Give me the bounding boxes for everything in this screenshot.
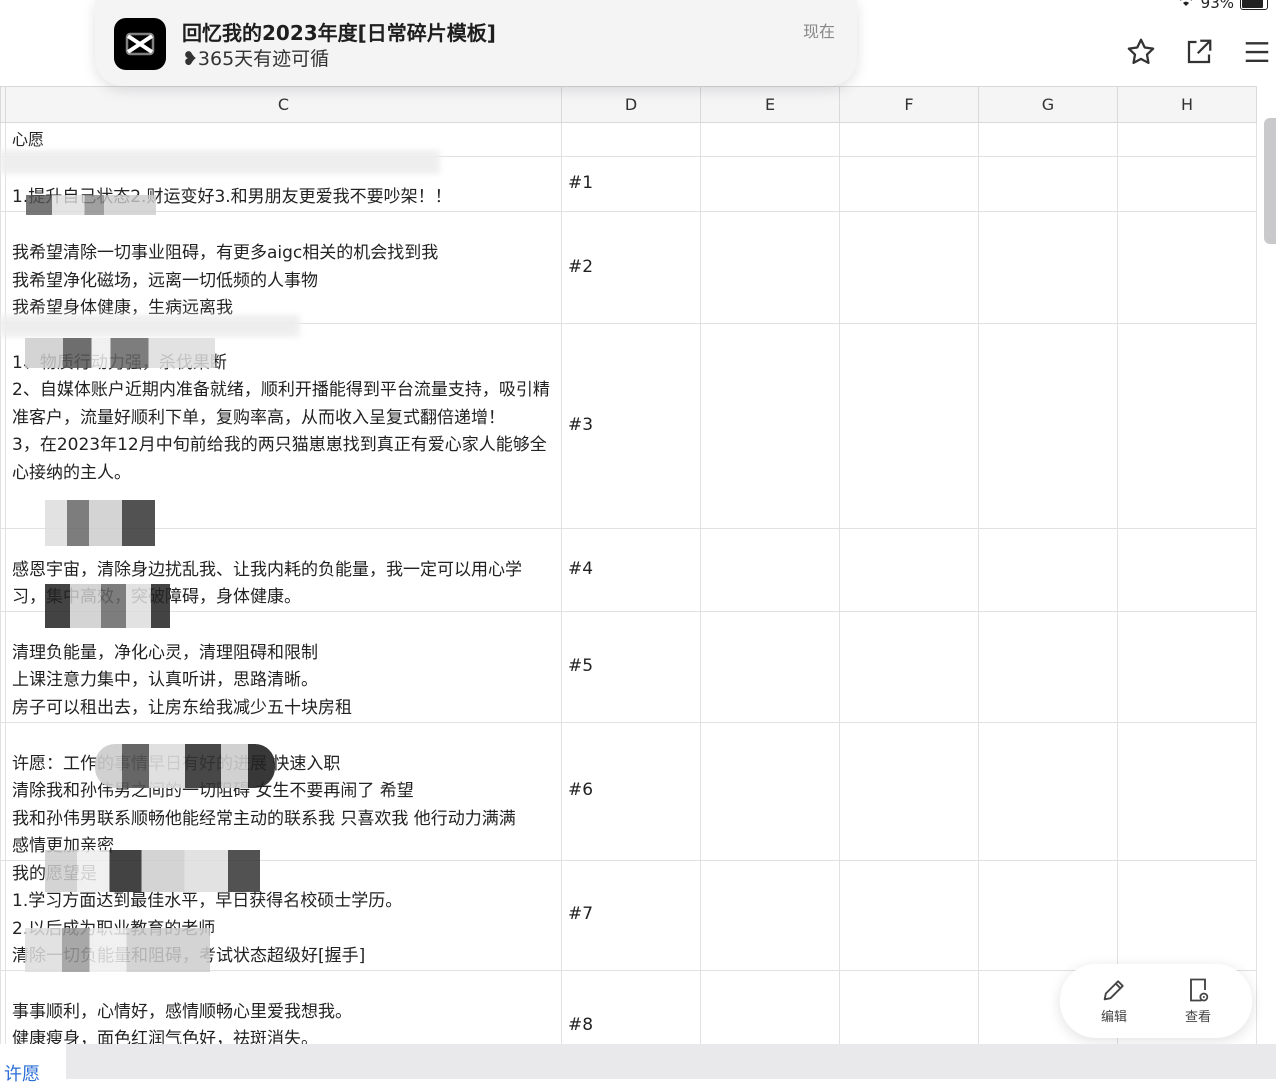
cell-wish[interactable]: 我希望清除一切事业阻碍，有更多aigc相关的机会找到我 我希望净化磁场，远离一切…	[5, 211, 562, 324]
redaction-blur	[0, 150, 440, 174]
cell[interactable]	[978, 610, 1118, 723]
edit-button[interactable]: 编辑	[1084, 976, 1144, 1025]
cell[interactable]	[978, 527, 1118, 612]
cell[interactable]	[839, 211, 979, 324]
notification-title: 回忆我的2023年度[日常碎片模板]	[182, 21, 496, 45]
cell[interactable]	[978, 211, 1118, 324]
cell[interactable]	[700, 122, 840, 157]
cell-wish[interactable]: 事事顺利，心情好，感情顺畅心里爱我想我。 健康瘦身，面色红润气色好，祛斑消失。 …	[5, 969, 562, 1045]
cell-index[interactable]: #6	[561, 721, 701, 861]
cell[interactable]	[839, 610, 979, 723]
cell[interactable]	[978, 156, 1118, 212]
cell-index[interactable]: #2	[561, 211, 701, 324]
column-header-e[interactable]: E	[700, 86, 840, 123]
cell[interactable]	[700, 721, 840, 861]
spreadsheet-grid[interactable]: C D E F G H 心愿 1.提升自己状态2.财运变好3.和男朋友更爱我不要…	[0, 86, 1276, 1044]
cell[interactable]	[700, 211, 840, 324]
edit-label: 编辑	[1100, 1010, 1127, 1025]
battery-icon	[1240, 0, 1268, 10]
cell-wish-text: 事事顺利，心情好，感情顺畅心里爱我想我。 健康瘦身，面色红润气色好，祛斑消失。 …	[12, 1001, 352, 1045]
cell-index[interactable]: #4	[561, 527, 701, 612]
cell[interactable]	[839, 122, 979, 157]
cell[interactable]	[1117, 527, 1257, 612]
cell[interactable]	[1117, 211, 1257, 324]
view-doc-icon	[1168, 976, 1228, 1004]
cell[interactable]	[700, 859, 840, 971]
cell[interactable]	[700, 527, 840, 612]
column-header-d[interactable]: D	[561, 86, 701, 123]
column-header-row: C D E F G H	[0, 86, 1257, 123]
redaction-mosaic	[26, 195, 156, 215]
cell-index[interactable]: #1	[561, 156, 701, 212]
column-header-h[interactable]: H	[1117, 86, 1257, 123]
cell[interactable]	[978, 721, 1118, 861]
view-label: 查看	[1184, 1010, 1211, 1025]
cell-index[interactable]	[561, 122, 701, 157]
redaction-blur	[0, 315, 300, 337]
cell-index[interactable]: #7	[561, 859, 701, 971]
cell-wish-text: 清理负能量，净化心灵，清理阻碍和限制 上课注意力集中，认真听讲，思路清晰。 房子…	[12, 642, 352, 718]
cell[interactable]	[978, 322, 1118, 529]
cell-index[interactable]: #8	[561, 969, 701, 1044]
cell[interactable]	[1117, 610, 1257, 723]
cell[interactable]	[978, 859, 1118, 971]
table-row: 感恩宇宙，清除身边扰乱我、让我内耗的负能量，我一定可以用心学习，集中高效，突破障…	[0, 527, 1257, 612]
sheet-table: C D E F G H 心愿 1.提升自己状态2.财运变好3.和男朋友更爱我不要…	[0, 86, 1257, 1044]
cell[interactable]	[1117, 322, 1257, 529]
battery-percent: 93%	[1200, 0, 1234, 12]
cell[interactable]	[1117, 859, 1257, 971]
table-row: 清理负能量，净化心灵，清理阻碍和限制 上课注意力集中，认真听讲，思路清晰。 房子…	[0, 610, 1257, 723]
cell-wish[interactable]: 许愿：工作的事情早日有好的进展 快速入职 清除我和孙伟男之间的一切阻碍 女生不要…	[5, 721, 562, 861]
capcut-icon	[114, 18, 166, 70]
column-header-c[interactable]: C	[5, 86, 562, 123]
cell[interactable]	[839, 721, 979, 861]
sheet-tab-active[interactable]: 许愿	[0, 1044, 66, 1085]
cell[interactable]	[700, 610, 840, 723]
cell-wish-text: 许愿：工作的事情早日有好的进展 快速入职 清除我和孙伟男之间的一切阻碍 女生不要…	[12, 753, 516, 857]
cell[interactable]	[1117, 156, 1257, 212]
cell[interactable]	[839, 969, 979, 1044]
redaction-mosaic	[45, 850, 260, 892]
cell[interactable]	[839, 527, 979, 612]
share-icon[interactable]	[1182, 35, 1216, 69]
redaction-mosaic	[45, 584, 170, 628]
column-header-g[interactable]: G	[978, 86, 1118, 123]
cell[interactable]	[1117, 122, 1257, 157]
star-icon[interactable]	[1124, 35, 1158, 69]
wifi-icon	[1177, 0, 1195, 12]
notification-time: 现在	[802, 22, 835, 41]
notification-subtitle: ❥365天有迹可循	[182, 48, 330, 70]
column-header-f[interactable]: F	[839, 86, 979, 123]
redaction-mosaic	[25, 928, 210, 972]
cell-index[interactable]: #3	[561, 322, 701, 529]
cell[interactable]	[700, 969, 840, 1044]
pencil-icon	[1084, 976, 1144, 1004]
cell[interactable]	[700, 156, 840, 212]
sheet-tab-bar	[0, 1044, 1276, 1079]
vertical-scrollbar[interactable]	[1264, 118, 1276, 244]
redaction-mosaic	[95, 744, 275, 788]
redaction-mosaic	[25, 338, 215, 368]
cell[interactable]	[839, 156, 979, 212]
redaction-mosaic	[45, 500, 155, 546]
table-row: 我希望清除一切事业阻碍，有更多aigc相关的机会找到我 我希望净化磁场，远离一切…	[0, 211, 1257, 324]
floating-action-bar: 编辑 查看	[1060, 964, 1252, 1038]
menu-icon[interactable]	[1240, 35, 1274, 69]
status-bar: 93%	[1177, 0, 1268, 12]
cell[interactable]	[978, 122, 1118, 157]
cell[interactable]	[700, 322, 840, 529]
notification-banner[interactable]: 回忆我的2023年度[日常碎片模板] ❥365天有迹可循 现在	[95, 0, 857, 86]
cell[interactable]	[839, 859, 979, 971]
view-button[interactable]: 查看	[1168, 976, 1228, 1025]
cell[interactable]	[839, 322, 979, 529]
table-row: 许愿：工作的事情早日有好的进展 快速入职 清除我和孙伟男之间的一切阻碍 女生不要…	[0, 721, 1257, 861]
cell[interactable]	[1117, 721, 1257, 861]
cell-index[interactable]: #5	[561, 610, 701, 723]
